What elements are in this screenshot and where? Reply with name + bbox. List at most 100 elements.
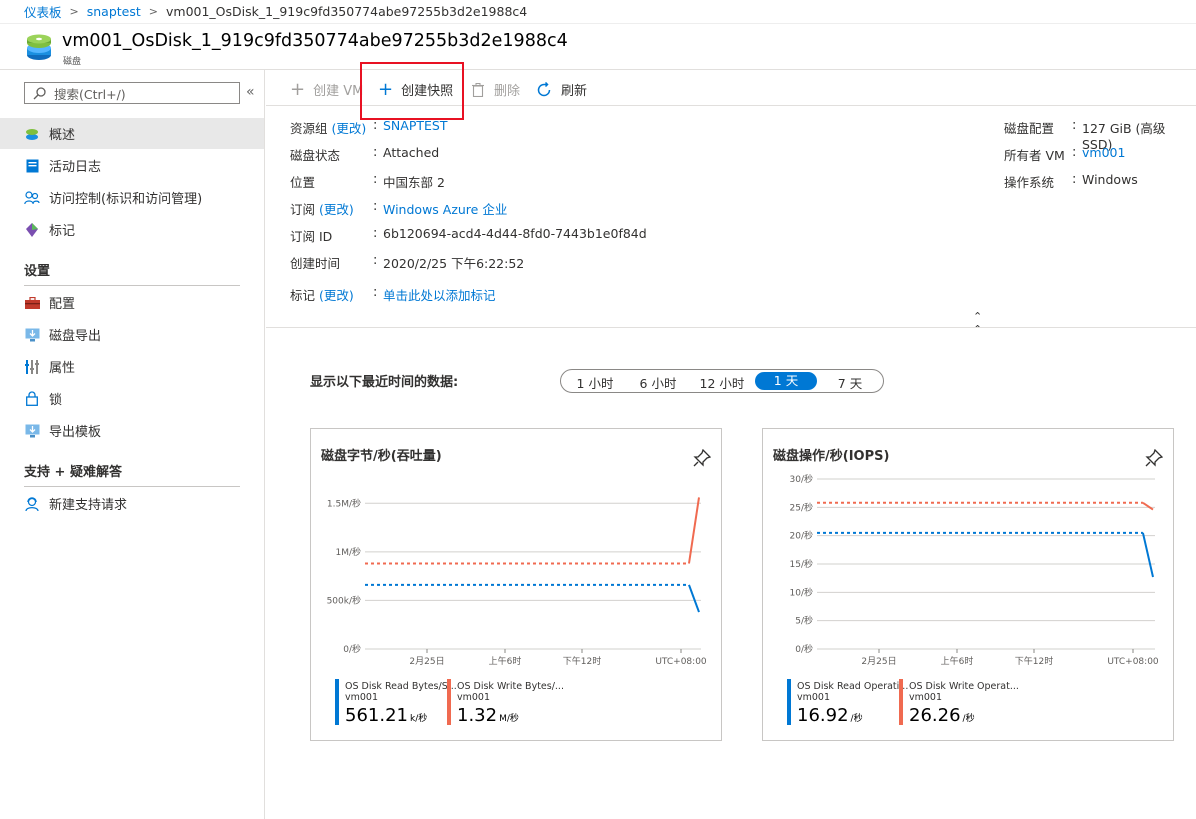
sidebar-item-label: 导出模板 <box>49 425 102 440</box>
essential-value[interactable]: vm001 <box>1082 145 1125 160</box>
delete-button[interactable]: 删除 <box>472 80 520 99</box>
sidebar-item-disk-export[interactable]: 磁盘导出 <box>0 319 264 350</box>
sidebar-item-label: 活动日志 <box>49 160 102 175</box>
colon: : <box>373 253 378 268</box>
page-title: vm001_OsDisk_1_919c9fd350774abe97255b3d2… <box>62 31 568 51</box>
export-icon <box>24 327 40 343</box>
people-icon <box>24 190 40 206</box>
sidebar-item-activity-log[interactable]: 活动日志 <box>0 150 264 181</box>
essential-label-text: 资源组 <box>290 121 328 136</box>
disk-icon <box>27 34 51 60</box>
y-tick-label: 1M/秒 <box>335 546 361 558</box>
essential-value[interactable]: 单击此处以添加标记 <box>383 285 496 304</box>
legend-series-name: OS Disk Read Operati... <box>797 681 909 692</box>
trash-icon <box>472 82 484 97</box>
sidebar-item-label: 标记 <box>49 224 76 239</box>
essential-label: 磁盘配置 <box>1004 121 1055 136</box>
colon: : <box>1072 145 1077 160</box>
breadcrumb-current: vm001_OsDisk_1_919c9fd350774abe97255b3d2… <box>166 4 528 19</box>
series-line-solid <box>687 497 700 564</box>
sidebar-item-configuration[interactable]: 配置 <box>0 287 264 318</box>
delete-label: 删除 <box>494 84 521 99</box>
y-tick-label: 30/秒 <box>790 473 814 485</box>
legend-series-name: OS Disk Read Bytes/S... <box>345 681 457 692</box>
sidebar-item-overview[interactable]: 概述 <box>0 118 264 149</box>
essential-label-text: 创建时间 <box>290 256 341 271</box>
create-vm-label: 创建 VM <box>313 84 364 99</box>
y-tick-label: 500k/秒 <box>327 594 361 606</box>
x-tick-label: UTC+08:00 <box>655 657 707 667</box>
sidebar-item-tags[interactable]: 标记 <box>0 214 264 245</box>
essential-value[interactable]: Windows Azure 企业 <box>383 199 507 218</box>
chart-card-throughput[interactable]: 磁盘字节/秒(吞吐量) 0/秒 500k/秒 1M/秒 1.5M/秒 2月25日 上午6时… <box>310 428 722 741</box>
colon: : <box>1072 172 1077 187</box>
y-tick-label: 15/秒 <box>790 558 814 570</box>
legend-value: 16.92/秒 <box>797 705 863 726</box>
search-placeholder: 搜索(Ctrl+/) <box>54 86 126 102</box>
essential-label-text: 磁盘状态 <box>290 148 341 163</box>
search-input[interactable]: 搜索(Ctrl+/) <box>24 82 240 104</box>
y-tick-label: 0/秒 <box>343 643 361 655</box>
essential-value: 中国东部 2 <box>383 175 445 190</box>
sidebar-item-label: 访问控制(标识和访问管理) <box>49 192 203 207</box>
sidebar-item-new-support-request[interactable]: 新建支持请求 <box>0 488 264 519</box>
essential-label: 标记 (更改) <box>290 285 354 304</box>
essential-label-text: 订阅 ID <box>290 229 333 244</box>
colon: : <box>373 199 378 214</box>
y-tick-label: 1.5M/秒 <box>327 497 361 509</box>
sidebar-item-export-template[interactable]: 导出模板 <box>0 415 264 446</box>
essential-label: 操作系统 <box>1004 175 1055 190</box>
time-option-1h[interactable]: 1 小时 <box>569 373 621 392</box>
search-icon <box>33 86 46 99</box>
essential-value[interactable]: SNAPTEST <box>383 118 447 133</box>
legend-series-name: OS Disk Write Bytes/... <box>457 681 564 692</box>
properties-icon <box>24 359 40 375</box>
change-link[interactable]: (更改) <box>319 202 354 217</box>
essential-label: 创建时间 <box>290 253 340 272</box>
essential-label: 订阅 ID <box>290 226 332 245</box>
sidebar-item-lock[interactable]: 锁 <box>0 383 264 414</box>
x-tick-label: 下午12时 <box>1015 655 1053 667</box>
y-tick-label: 20/秒 <box>790 530 814 542</box>
series-line-solid <box>1142 501 1154 511</box>
legend-resource: vm001 <box>909 692 943 703</box>
collapse-essentials-icon[interactable]: ⌃ ⌃ <box>973 310 982 336</box>
create-vm-button[interactable]: + 创建 VM <box>290 80 363 99</box>
throughput-chart: 0/秒 500k/秒 1M/秒 1.5M/秒 2月25日 上午6时 下午12时 UTC+08:… <box>327 497 707 667</box>
legend-color-bar <box>899 679 903 725</box>
legend-value: 26.26/秒 <box>909 705 975 726</box>
sidebar-item-properties[interactable]: 属性 <box>0 351 264 382</box>
legend-color-bar <box>335 679 339 725</box>
x-tick-label: UTC+08:00 <box>1107 657 1159 667</box>
change-link[interactable]: (更改) <box>332 121 367 136</box>
time-option-1d[interactable]: 1 天 <box>755 372 817 390</box>
legend-resource: vm001 <box>797 692 831 703</box>
collapse-sidebar-icon[interactable]: « <box>246 84 255 100</box>
iops-chart: 0/秒 5/秒 10/秒 15/秒 20/秒 25/秒 30/秒 2月25日 上午6时 下午12时… <box>790 473 1159 667</box>
sidebar-item-access-control[interactable]: 访问控制(标识和访问管理) <box>0 182 264 213</box>
breadcrumb-dashboard[interactable]: 仪表板 <box>24 2 62 21</box>
x-tick-label: 上午6时 <box>941 655 974 667</box>
change-link[interactable]: (更改) <box>319 288 354 303</box>
essential-label: 所有者 VM <box>1004 148 1065 163</box>
legend-resource: vm001 <box>457 692 491 703</box>
breadcrumb-resource-group[interactable]: snaptest <box>87 4 141 19</box>
refresh-button[interactable]: 刷新 <box>536 80 587 99</box>
chart-card-iops[interactable]: 磁盘操作/秒(IOPS) 0/秒 5/秒 10/秒 15/秒 20/秒 25/秒 30/秒 2… <box>762 428 1174 741</box>
time-option-12h[interactable]: 12 小时 <box>693 373 751 392</box>
essential-label-text: 位置 <box>290 175 316 190</box>
chevron-right-icon: > <box>69 5 79 18</box>
time-option-6h[interactable]: 6 小时 <box>631 373 685 392</box>
refresh-label: 刷新 <box>561 84 588 99</box>
time-range-selector: 1 小时 6 小时 12 小时 1 天 7 天 <box>560 369 884 393</box>
essential-label-text: 订阅 <box>290 202 316 217</box>
section-support-heading: 支持 + 疑难解答 <box>24 465 122 480</box>
y-tick-label: 25/秒 <box>790 501 814 513</box>
colon: : <box>373 172 378 187</box>
page-subtitle: 磁盘 <box>63 57 82 67</box>
x-tick-label: 上午6时 <box>489 655 522 667</box>
y-tick-label: 10/秒 <box>790 586 814 598</box>
time-option-7d[interactable]: 7 天 <box>823 373 877 392</box>
sidebar-item-label: 锁 <box>49 393 63 408</box>
chevron-right-icon: > <box>148 5 158 18</box>
